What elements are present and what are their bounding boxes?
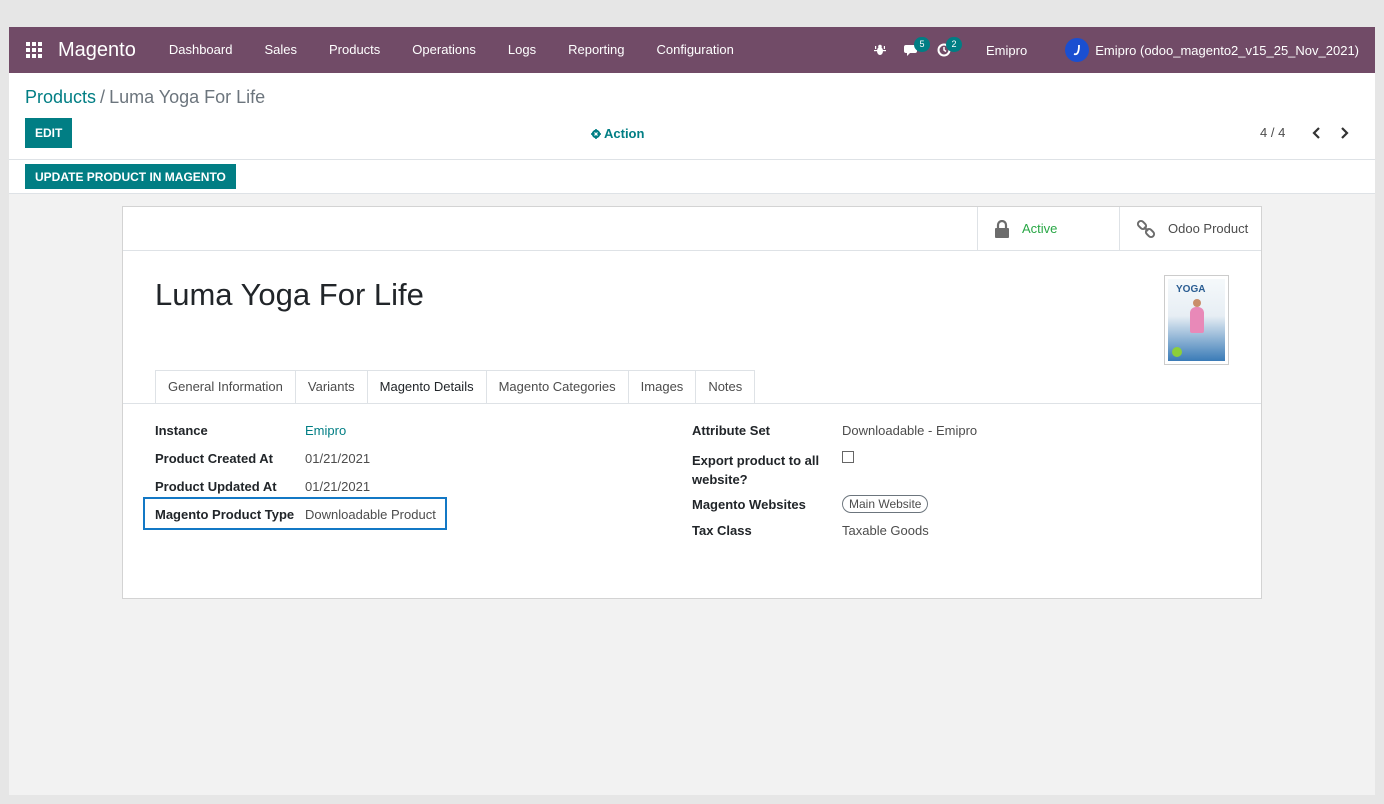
created-at-label: Product Created At [155,451,273,466]
odoo-product-label: Odoo Product [1168,221,1249,236]
field-product-created-at: Product Created At 01/21/2021 [155,451,370,466]
breadcrumb-current: Luma Yoga For Life [109,87,266,107]
export-all-websites-checkbox[interactable] [842,451,854,463]
action-dropdown[interactable]: Action [591,126,644,141]
notebook-tabs: General Information Variants Magento Det… [155,370,756,404]
main-website-tag[interactable]: Main Website [842,495,929,513]
updated-at-label: Product Updated At [155,479,277,494]
created-at-value: 01/21/2021 [305,451,371,466]
updated-at-value: 01/21/2021 [305,479,371,494]
smart-button-box: Active Odoo Product [123,207,1261,251]
product-title: Luma Yoga For Life [155,277,424,312]
pager-value[interactable]: 4 / 4 [1260,125,1285,140]
tab-magento-categories[interactable]: Magento Categories [485,370,628,404]
tab-divider [123,403,1261,404]
seal-icon [1172,347,1182,357]
breadcrumb-separator: / [100,87,106,107]
field-magento-websites: Magento Websites Main Website [692,495,929,513]
tab-magento-details[interactable]: Magento Details [366,370,486,404]
field-export-all-websites: Export product to all website? [692,451,854,489]
form-sheet: Active Odoo Product Luma Yoga For Life Y… [122,206,1262,599]
breadcrumb-products[interactable]: Products [25,87,96,107]
tax-class-value: Taxable Goods [842,523,929,538]
odoo-product-button[interactable]: Odoo Product [1119,207,1262,250]
tab-notes[interactable]: Notes [695,370,756,404]
export-label: Export product to all website? [692,453,820,487]
app-window: Magento Dashboard Sales Products Operati… [9,27,1375,795]
chevron-right-icon [1341,127,1349,139]
tab-general-information[interactable]: General Information [155,370,295,404]
update-product-in-magento-button[interactable]: UPDATE PRODUCT IN MAGENTO [25,164,236,189]
attribute-set-value: Downloadable - Emipro [842,423,978,438]
field-tax-class: Tax Class Taxable Goods [692,523,929,538]
active-label: Active [1022,221,1058,236]
tax-class-label: Tax Class [692,523,752,538]
tab-variants[interactable]: Variants [294,370,367,404]
breadcrumb: Products / Luma Yoga For Life [25,87,265,108]
cover-text: YOGA [1176,284,1206,295]
action-label: Action [604,126,645,141]
pager-next-button[interactable] [1334,123,1354,143]
attribute-set-label: Attribute Set [692,423,770,438]
tab-images[interactable]: Images [627,370,696,404]
statusbar: UPDATE PRODUCT IN MAGENTO [9,160,1375,194]
active-toggle-button[interactable]: Active [977,207,1119,250]
field-attribute-set: Attribute Set Downloadable - Emipro [692,423,977,438]
field-instance: Instance Emipro [155,423,346,438]
instance-link[interactable]: Emipro [305,423,346,438]
control-panel-body: Products / Luma Yoga For Life EDIT Action … [9,73,1375,160]
instance-label: Instance [155,423,208,438]
lock-icon [994,219,1010,238]
field-product-updated-at: Product Updated At 01/21/2021 [155,479,370,494]
pager-previous-button[interactable] [1307,123,1327,143]
chevron-left-icon [1312,127,1320,139]
gear-icon [591,128,601,139]
edit-button[interactable]: EDIT [25,118,73,148]
product-image[interactable]: YOGA [1164,275,1229,365]
link-icon [1136,219,1156,239]
product-type-highlight-box [143,497,447,530]
websites-label: Magento Websites [692,496,806,512]
